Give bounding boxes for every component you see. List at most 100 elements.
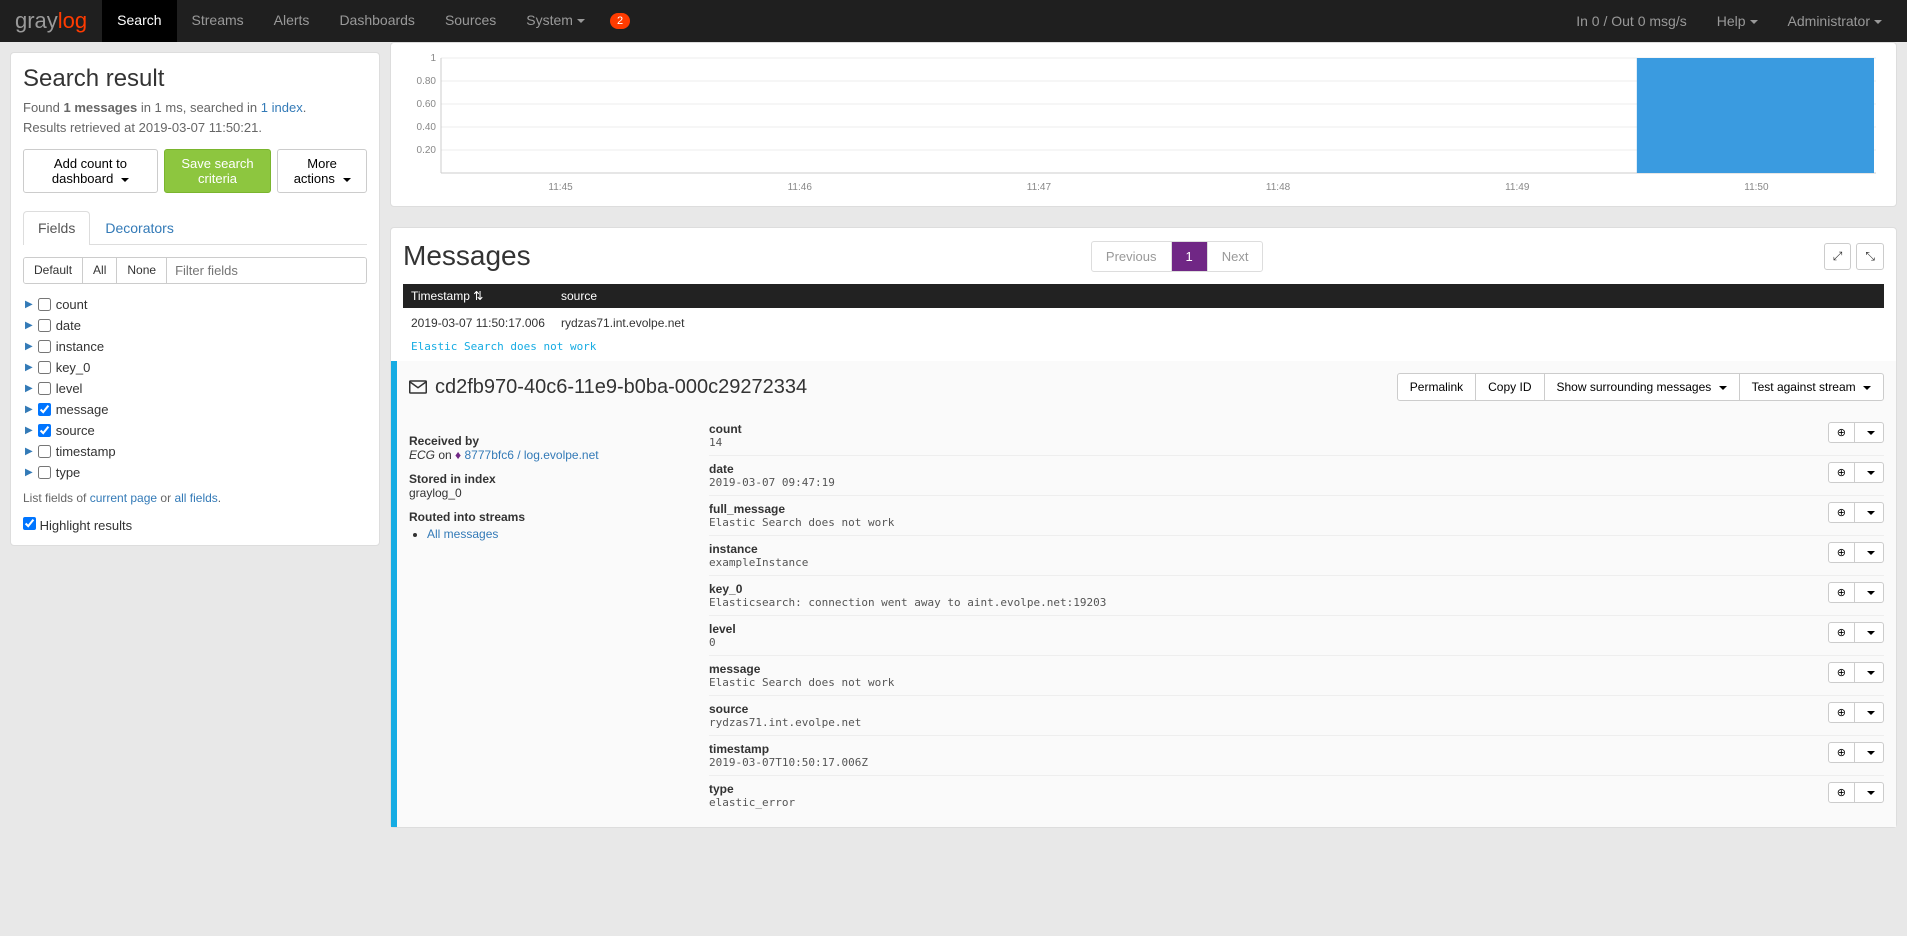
main: 0.200.400.600.80111:4511:4611:4711:4811:… [390, 42, 1907, 828]
stored-label: Stored in index [409, 472, 679, 486]
field-checkbox[interactable] [38, 424, 51, 437]
field-search-button[interactable]: ⊕ [1828, 782, 1855, 803]
field-menu-button[interactable] [1854, 462, 1884, 483]
field-menu-button[interactable] [1854, 502, 1884, 523]
tab-fields[interactable]: Fields [23, 211, 90, 245]
field-search-button[interactable]: ⊕ [1828, 542, 1855, 563]
nav-streams[interactable]: Streams [177, 0, 259, 42]
field-checkbox[interactable] [38, 361, 51, 374]
svg-text:11:45: 11:45 [548, 182, 573, 193]
filter-all-button[interactable]: All [83, 258, 117, 283]
expand-field-icon[interactable]: ▶ [25, 425, 33, 436]
expand-field-icon[interactable]: ▶ [25, 446, 33, 457]
field-search-button[interactable]: ⊕ [1828, 422, 1855, 443]
expand-field-icon[interactable]: ▶ [25, 467, 33, 478]
highlight-checkbox[interactable] [23, 517, 36, 530]
message-row[interactable]: 2019-03-07 11:50:17.006 rydzas71.int.evo… [403, 308, 1884, 338]
more-actions-button[interactable]: More actions [277, 149, 367, 193]
detail-field-source: sourcerydzas71.int.evolpe.net⊕ [709, 695, 1884, 735]
th-source[interactable]: source [553, 284, 1884, 308]
expand-button[interactable]: ⤢ [1824, 243, 1852, 270]
svg-text:11:49: 11:49 [1505, 182, 1530, 193]
messages-table: Timestamp ⇅ source 2019-03-07 11:50:17.0… [403, 284, 1884, 827]
field-key_0: ▶key_0 [23, 357, 367, 378]
notification-badge[interactable]: 2 [610, 13, 630, 29]
field-menu-button[interactable] [1854, 662, 1884, 683]
field-menu-button[interactable] [1854, 702, 1884, 723]
expand-field-icon[interactable]: ▶ [25, 362, 33, 373]
nav-sources[interactable]: Sources [430, 0, 511, 42]
list-fields-text: List fields of current page or all field… [23, 491, 367, 505]
field-checkbox[interactable] [38, 466, 51, 479]
expand-field-icon[interactable]: ▶ [25, 404, 33, 415]
pagination: Previous 1 Next [1091, 241, 1264, 272]
field-source: ▶source [23, 420, 367, 441]
field-checkbox[interactable] [38, 445, 51, 458]
svg-text:11:47: 11:47 [1027, 182, 1052, 193]
test-stream-button[interactable]: Test against stream [1739, 373, 1884, 401]
field-checkbox[interactable] [38, 382, 51, 395]
prev-button[interactable]: Previous [1092, 242, 1172, 271]
nav-system[interactable]: System [511, 0, 600, 42]
brand-logo[interactable]: graylog [0, 0, 102, 42]
io-status: In 0 / Out 0 msg/s [1561, 1, 1702, 41]
th-timestamp[interactable]: Timestamp ⇅ [403, 284, 553, 308]
field-checkbox[interactable] [38, 403, 51, 416]
detail-field-message: messageElastic Search does not work⊕ [709, 655, 1884, 695]
field-search-button[interactable]: ⊕ [1828, 582, 1855, 603]
collapse-button[interactable]: ⤡ [1856, 243, 1884, 270]
nav-dashboards[interactable]: Dashboards [324, 0, 430, 42]
sort-icon: ⇅ [473, 289, 483, 303]
current-page-link[interactable]: current page [90, 491, 157, 505]
field-menu-button[interactable] [1854, 622, 1884, 643]
field-search-button[interactable]: ⊕ [1828, 702, 1855, 723]
surrounding-button[interactable]: Show surrounding messages [1544, 373, 1740, 401]
stream-link[interactable]: All messages [427, 527, 498, 541]
field-level: ▶level [23, 378, 367, 399]
expand-field-icon[interactable]: ▶ [25, 299, 33, 310]
field-checkbox[interactable] [38, 319, 51, 332]
filter-fields-input[interactable] [167, 258, 366, 283]
tab-decorators[interactable]: Decorators [90, 211, 188, 244]
field-search-button[interactable]: ⊕ [1828, 502, 1855, 523]
field-message: ▶message [23, 399, 367, 420]
svg-text:0.60: 0.60 [417, 99, 437, 110]
add-dashboard-button[interactable]: Add count to dashboard [23, 149, 158, 193]
field-menu-button[interactable] [1854, 582, 1884, 603]
expand-field-icon[interactable]: ▶ [25, 320, 33, 331]
expand-field-icon[interactable]: ▶ [25, 341, 33, 352]
field-menu-button[interactable] [1854, 742, 1884, 763]
index-link[interactable]: 1 index [261, 100, 303, 115]
field-search-button[interactable]: ⊕ [1828, 742, 1855, 763]
node-link[interactable]: 8777bfc6 / log.evolpe.net [465, 448, 599, 462]
svg-text:0.20: 0.20 [417, 145, 437, 156]
field-checkbox[interactable] [38, 340, 51, 353]
help-menu[interactable]: Help [1702, 1, 1773, 41]
detail-field-type: typeelastic_error⊕ [709, 775, 1884, 815]
next-button[interactable]: Next [1208, 242, 1263, 271]
field-search-button[interactable]: ⊕ [1828, 662, 1855, 683]
search-result-summary: Found 1 messages in 1 ms, searched in 1 … [23, 98, 367, 137]
save-search-button[interactable]: Save search criteria [164, 149, 271, 193]
nav-alerts[interactable]: Alerts [259, 0, 325, 42]
detail-field-level: level0⊕ [709, 615, 1884, 655]
expand-field-icon[interactable]: ▶ [25, 383, 33, 394]
field-menu-button[interactable] [1854, 542, 1884, 563]
field-checkbox[interactable] [38, 298, 51, 311]
field-menu-button[interactable] [1854, 422, 1884, 443]
field-search-button[interactable]: ⊕ [1828, 462, 1855, 483]
navbar: graylog SearchStreamsAlertsDashboardsSou… [0, 0, 1907, 42]
nav-search[interactable]: Search [102, 0, 176, 42]
all-fields-link[interactable]: all fields [174, 491, 217, 505]
admin-menu[interactable]: Administrator [1773, 1, 1897, 41]
field-search-button[interactable]: ⊕ [1828, 622, 1855, 643]
filter-default-button[interactable]: Default [24, 258, 83, 283]
detail-field-timestamp: timestamp2019-03-07T10:50:17.006Z⊕ [709, 735, 1884, 775]
filter-none-button[interactable]: None [117, 258, 167, 283]
permalink-button[interactable]: Permalink [1397, 373, 1476, 401]
field-menu-button[interactable] [1854, 782, 1884, 803]
svg-text:11:50: 11:50 [1744, 182, 1769, 193]
detail-field-full_message: full_messageElastic Search does not work… [709, 495, 1884, 535]
copy-id-button[interactable]: Copy ID [1475, 373, 1544, 401]
page-1-button[interactable]: 1 [1172, 242, 1208, 271]
